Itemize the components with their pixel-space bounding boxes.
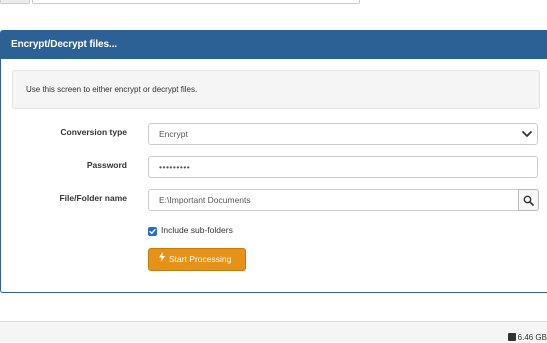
bolt-icon — [159, 252, 165, 262]
start-processing-label: Start Processing — [169, 254, 232, 264]
checkmark-icon — [149, 228, 156, 235]
include-subfolders-label: Include sub-folders — [161, 225, 233, 235]
chevron-down-icon — [522, 131, 532, 137]
start-processing-button[interactable]: Start Processing — [148, 248, 246, 271]
conversion-type-label: Conversion type — [60, 127, 127, 137]
include-subfolders-checkbox[interactable] — [148, 227, 157, 236]
browse-button[interactable] — [518, 189, 539, 211]
file-folder-field[interactable]: E:\Important Documents — [148, 189, 519, 211]
status-footer — [0, 321, 547, 342]
disk-icon — [507, 333, 516, 341]
top-toolbar-fragment — [0, 0, 360, 4]
panel-title: Encrypt/Decrypt files... — [1, 31, 547, 59]
top-addon-button[interactable] — [0, 0, 30, 4]
conversion-type-select[interactable]: Encrypt — [148, 123, 538, 145]
intro-text: Use this screen to either encrypt or dec… — [12, 70, 540, 109]
password-field[interactable]: ••••••••• — [148, 156, 538, 178]
conversion-type-value: Encrypt — [159, 129, 188, 139]
password-label: Password — [86, 160, 127, 170]
search-icon — [523, 195, 534, 206]
top-input-field[interactable] — [32, 0, 360, 4]
disk-free-indicator: 6.46 GB — [507, 333, 547, 343]
file-folder-label: File/Folder name — [59, 193, 127, 203]
